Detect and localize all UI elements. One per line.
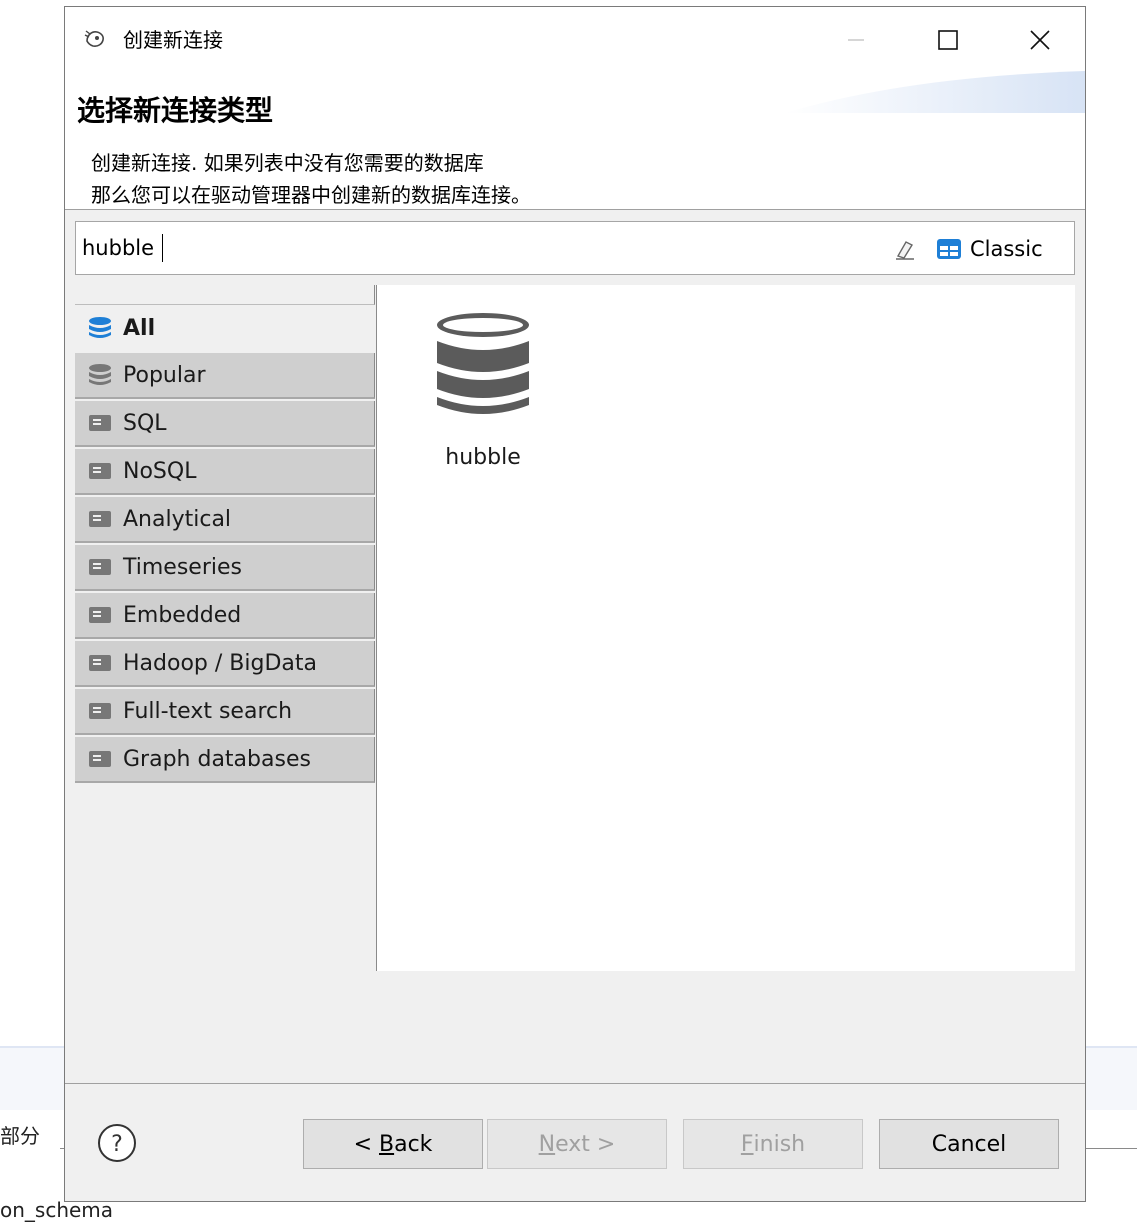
folder-db-icon [89,751,111,767]
folder-db-icon [89,415,111,431]
back-button[interactable]: < Back [303,1119,483,1169]
wizard-description-line2: 那么您可以在驱动管理器中创建新的数据库连接。 [91,183,531,207]
category-list: All Popular SQL NoSQL Analytical Timeser… [75,285,377,975]
driver-label: hubble [445,445,521,470]
folder-db-icon [89,607,111,623]
close-button[interactable] [1017,17,1063,63]
dialog-title: 创建新连接 [123,28,223,52]
category-list-top-border [75,285,375,305]
driver-search-box: Classic [75,221,1075,275]
category-label: SQL [123,410,167,436]
dialog-titlebar: 创建新连接 [65,7,1085,69]
database-stack-icon [89,317,111,338]
background-text-fragment: 部分 [0,1124,40,1148]
classic-label: Classic [970,237,1043,261]
wizard-description-line1: 创建新连接. 如果列表中没有您需要的数据库 [91,151,484,175]
folder-db-icon [89,655,111,671]
category-popular[interactable]: Popular [75,353,375,399]
close-icon [1030,30,1050,50]
dbeaver-app-icon [84,30,104,47]
category-embedded[interactable]: Embedded [75,593,375,639]
finish-mnemonic: F [740,1131,754,1157]
category-analytical[interactable]: Analytical [75,497,375,543]
database-icon [437,313,529,414]
header-banner-graphic [785,71,1085,113]
help-icon-glyph: ? [111,1132,123,1157]
category-timeseries[interactable]: Timeseries [75,545,375,591]
category-graph-databases[interactable]: Graph databases [75,737,375,783]
classic-view-toggle[interactable]: Classic [936,232,1043,266]
category-all[interactable]: All [75,305,375,351]
driver-gallery: hubble [376,285,1075,971]
database-stack-icon [89,364,111,385]
category-label: Analytical [123,506,232,532]
category-label: Hadoop / BigData [123,650,317,676]
minimize-button[interactable] [833,17,879,63]
eraser-clear-icon[interactable] [892,236,918,262]
finish-rest: inish [753,1131,806,1157]
category-label: Full-text search [123,698,293,724]
folder-db-icon [89,703,111,719]
footer-divider [65,1083,1085,1084]
category-label: All [123,315,156,341]
back-rest: ack [394,1131,433,1157]
category-label: NoSQL [123,458,197,484]
category-full-text-search[interactable]: Full-text search [75,689,375,735]
help-icon[interactable]: ? [97,1123,137,1163]
maximize-icon [938,30,958,50]
table-view-icon [937,239,961,259]
next-rest: ext > [555,1131,616,1157]
wizard-header: 选择新连接类型 创建新连接. 如果列表中没有您需要的数据库 那么您可以在驱动管理… [65,69,1085,209]
minimize-icon [848,39,864,41]
folder-db-icon [89,463,111,479]
next-button[interactable]: Next > [487,1119,667,1169]
next-mnemonic: N [538,1131,556,1157]
wizard-page-title: 选择新连接类型 [77,94,274,127]
header-divider [65,209,1085,210]
finish-button[interactable]: Finish [683,1119,863,1169]
category-label: Embedded [123,602,242,628]
back-mnemonic: B [379,1131,395,1157]
folder-db-icon [89,559,111,575]
driver-item-hubble[interactable]: hubble [423,311,543,470]
folder-db-icon [89,511,111,527]
driver-search-input[interactable] [82,230,782,266]
category-label: Popular [123,362,206,388]
back-prefix: < [353,1131,379,1157]
category-sql[interactable]: SQL [75,401,375,447]
text-caret [162,234,163,262]
category-hadoop-bigdata[interactable]: Hadoop / BigData [75,641,375,687]
category-nosql[interactable]: NoSQL [75,449,375,495]
maximize-button[interactable] [925,17,971,63]
category-label: Timeseries [123,554,242,580]
cancel-button[interactable]: Cancel [879,1119,1059,1169]
category-label: Graph databases [123,746,311,772]
new-connection-dialog: 创建新连接 选择新连接类型 创建新连接. 如果列表中没有您需要的数据库 那么您可… [64,6,1086,1202]
